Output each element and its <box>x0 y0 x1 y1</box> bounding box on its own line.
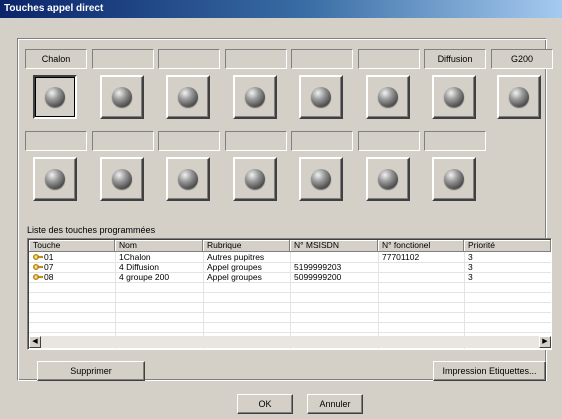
rubrique-cell: Appel groupes <box>207 272 262 282</box>
round-button-icon <box>45 87 65 107</box>
speed-dial-button-2[interactable] <box>100 75 144 119</box>
table-row[interactable]: 07 4 Diffusion Appel groupes 5199999203 … <box>29 262 551 272</box>
cancel-button[interactable]: Annuler <box>307 394 363 414</box>
column-header-msisdn[interactable]: N° MSISDN <box>290 240 378 252</box>
table-row[interactable]: 01 1Chalon Autres pupitres 77701102 3 <box>29 252 551 262</box>
rubrique-cell: Appel groupes <box>207 262 262 272</box>
window-title: Touches appel direct <box>4 3 104 14</box>
priorite-cell: 3 <box>468 272 473 282</box>
fonctionel-cell: 77701102 <box>382 252 420 262</box>
round-button-icon <box>509 87 529 107</box>
round-button-icon <box>311 87 331 107</box>
nom-cell: 4 groupe 200 <box>119 272 170 282</box>
touche-cell: 01 <box>29 252 115 262</box>
table-row[interactable]: 08 4 groupe 200 Appel groupes 5099999200… <box>29 272 551 282</box>
top-label-8: G200 <box>491 49 553 69</box>
ok-button[interactable]: OK <box>237 394 293 414</box>
dialog-body: Chalon Diffusion G200 Liste des touches … <box>0 18 562 419</box>
bottom-label-3 <box>158 131 220 151</box>
grid-divider <box>29 302 551 303</box>
speed-dial-button-6[interactable] <box>366 75 410 119</box>
list-header: Touche Nom Rubrique N° MSISDN N° fonctio… <box>29 240 551 252</box>
programmed-keys-list[interactable]: Touche Nom Rubrique N° MSISDN N° fonctio… <box>27 238 552 350</box>
top-label-2 <box>92 49 154 69</box>
title-bar: Touches appel direct <box>0 0 562 18</box>
grid-divider <box>29 282 551 283</box>
top-label-6 <box>358 49 420 69</box>
bottom-label-2 <box>92 131 154 151</box>
round-button-icon <box>311 169 331 189</box>
arrow-right-icon: ▶ <box>542 338 548 345</box>
speed-dial-button-4[interactable] <box>233 75 277 119</box>
column-header-priorite[interactable]: Priorité <box>464 240 551 252</box>
msisdn-cell <box>290 252 378 262</box>
grid-divider <box>29 322 551 323</box>
round-button-icon <box>378 87 398 107</box>
speed-dial-button-11[interactable] <box>166 157 210 201</box>
speed-dial-button-5[interactable] <box>299 75 343 119</box>
key-icon <box>33 264 43 270</box>
priorite-cell: 3 <box>468 252 473 262</box>
speed-dial-button-1[interactable] <box>33 75 77 119</box>
round-button-icon <box>112 87 132 107</box>
round-button-icon <box>245 87 265 107</box>
bottom-label-4 <box>225 131 287 151</box>
speed-dial-button-7[interactable] <box>432 75 476 119</box>
round-button-icon <box>378 169 398 189</box>
grid-divider <box>29 332 551 333</box>
round-button-icon <box>178 87 198 107</box>
priorite-cell: 3 <box>468 262 473 272</box>
round-button-icon <box>178 169 198 189</box>
speed-dial-button-10[interactable] <box>100 157 144 201</box>
scroll-left-button[interactable]: ◀ <box>29 336 41 348</box>
top-label-5 <box>291 49 353 69</box>
touche-value: 08 <box>44 272 54 282</box>
speed-dial-button-8[interactable] <box>497 75 541 119</box>
list-title: Liste des touches programmées <box>27 225 156 235</box>
key-icon <box>33 254 43 260</box>
touche-value: 07 <box>44 262 54 272</box>
grid-divider <box>29 292 551 293</box>
speed-dial-button-12[interactable] <box>233 157 277 201</box>
round-button-icon <box>444 169 464 189</box>
column-header-fonctionel[interactable]: N° fonctionel <box>378 240 464 252</box>
top-label-7: Diffusion <box>424 49 486 69</box>
speed-dial-button-15[interactable] <box>432 157 476 201</box>
msisdn-cell: 5199999203 <box>294 262 342 272</box>
column-header-nom[interactable]: Nom <box>115 240 203 252</box>
top-label-1: Chalon <box>25 49 87 69</box>
scroll-right-button[interactable]: ▶ <box>539 336 551 348</box>
column-header-rubrique[interactable]: Rubrique <box>203 240 290 252</box>
speed-dial-button-9[interactable] <box>33 157 77 201</box>
round-button-icon <box>245 169 265 189</box>
msisdn-cell: 5099999200 <box>294 272 342 282</box>
grid-divider <box>29 312 551 313</box>
round-button-icon <box>112 169 132 189</box>
round-button-icon <box>45 169 65 189</box>
speed-dial-button-14[interactable] <box>366 157 410 201</box>
column-header-touche[interactable]: Touche <box>29 240 115 252</box>
speed-dial-button-3[interactable] <box>166 75 210 119</box>
touche-cell: 07 <box>29 262 115 272</box>
nom-cell: 4 Diffusion <box>119 262 160 272</box>
touche-cell: 08 <box>29 272 115 282</box>
key-icon <box>33 274 43 280</box>
touche-value: 01 <box>44 252 54 262</box>
top-label-4 <box>225 49 287 69</box>
bottom-label-6 <box>358 131 420 151</box>
fonctionel-cell <box>378 272 464 282</box>
nom-cell: 1Chalon <box>119 252 151 262</box>
speed-dial-button-13[interactable] <box>299 157 343 201</box>
top-label-3 <box>158 49 220 69</box>
rubrique-cell: Autres pupitres <box>207 252 265 262</box>
bottom-label-1 <box>25 131 87 151</box>
delete-button[interactable]: Supprimer <box>37 361 145 381</box>
bottom-label-7 <box>424 131 486 151</box>
bottom-label-5 <box>291 131 353 151</box>
horizontal-scrollbar[interactable]: ◀ ▶ <box>29 336 551 348</box>
print-labels-button[interactable]: Impression Etiquettes... <box>433 361 546 381</box>
fonctionel-cell <box>378 262 464 272</box>
arrow-left-icon: ◀ <box>32 338 38 345</box>
round-button-icon <box>444 87 464 107</box>
